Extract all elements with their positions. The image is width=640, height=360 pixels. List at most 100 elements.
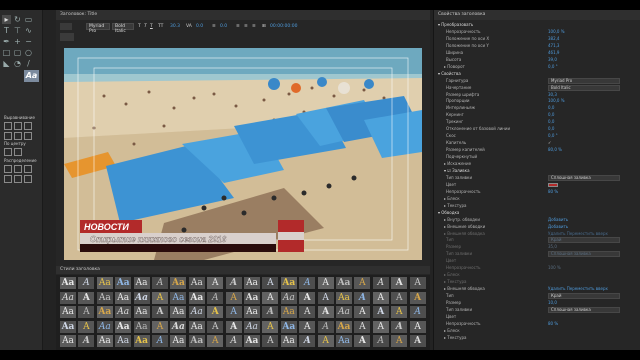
title-style-swatch[interactable]: A [78,320,95,333]
type-tool-icon[interactable]: T [2,26,11,35]
italic-t-icon[interactable]: T [144,23,147,30]
title-style-swatch[interactable]: A [207,335,224,347]
property-link[interactable]: Добавить [548,224,568,230]
property-value[interactable]: Сплошная заливка [548,306,620,313]
title-style-swatch[interactable]: Aa [188,277,205,289]
property-value[interactable]: Сплошная заливка [548,174,620,181]
title-style-swatch[interactable]: Aa [96,306,113,318]
title-style-swatch[interactable]: A [372,291,389,304]
add-anchor-icon[interactable]: + [13,37,22,46]
title-style-swatch[interactable]: A [152,306,168,318]
title-style-swatch[interactable]: A [207,320,224,333]
align-left-icon[interactable] [4,122,12,130]
title-style-swatch[interactable]: Aa [115,277,132,289]
font-size-value[interactable]: 30.3 [170,23,180,30]
property-link[interactable]: Удалить Переместить вверх [548,286,608,292]
title-style-swatch[interactable]: A [317,306,334,318]
news-headline-text[interactable]: НОВОСТИ [84,222,129,232]
title-style-swatch[interactable]: A [152,320,168,333]
title-style-swatch[interactable]: A [409,291,426,304]
title-style-swatch[interactable]: Aa [96,291,113,304]
title-style-swatch[interactable]: Aa [170,291,187,304]
property-value[interactable]: 10,0 [548,300,557,306]
property-value[interactable]: 80,0 % [548,147,562,153]
title-style-swatch[interactable]: A [152,291,168,304]
title-style-swatch[interactable]: Aa [336,291,352,304]
title-style-swatch[interactable]: Aa [96,277,113,289]
font-dropdown[interactable]: Myriad Pro [86,23,110,34]
property-value[interactable]: 0,0 ° [548,64,558,70]
title-style-swatch[interactable]: A [78,291,95,304]
align-center-text-icon[interactable]: ≡ [244,23,248,30]
title-style-swatch[interactable]: Aa [188,335,205,347]
property-value[interactable]: 100 % [548,265,561,271]
title-style-swatch[interactable]: Aa [133,291,150,304]
title-style-swatch[interactable]: A [225,306,242,318]
title-style-swatch[interactable]: Aa [115,320,132,333]
title-canvas[interactable]: НОВОСТИ Открытие пляжного сезона 2016 [64,48,422,260]
property-value[interactable]: 0,0 [548,112,554,118]
title-style-swatch[interactable]: A [317,291,334,304]
title-style-swatch[interactable]: A [317,277,334,289]
selection-tool-icon[interactable]: ▸ [2,15,11,24]
align-top-icon[interactable] [4,132,12,140]
center-vertical-icon[interactable] [14,148,22,156]
title-style-swatch[interactable]: A [354,335,371,347]
distribute-middle-icon[interactable] [14,175,22,183]
title-style-swatch[interactable]: Aa [96,335,113,347]
title-style-swatch[interactable]: Aa [170,306,187,318]
area-type-tool-icon[interactable]: ▭ [24,15,33,24]
distribute-top-icon[interactable] [4,175,12,183]
property-value[interactable]: 0,0 [548,126,554,132]
align-right-icon[interactable] [24,122,32,130]
property-value[interactable]: 30,3 [548,92,557,98]
title-style-swatch[interactable]: Aa [336,306,352,318]
arc-tool-icon[interactable]: ◔ [13,59,22,68]
title-style-swatch[interactable]: Aa [188,306,205,318]
title-style-swatch[interactable]: Aa [280,306,297,318]
title-style-swatch[interactable]: A [207,277,224,289]
title-style-swatch[interactable]: A [225,291,242,304]
title-style-swatch[interactable]: A [207,306,224,318]
line-tool-icon[interactable]: / [24,59,33,68]
title-style-swatch[interactable]: A [299,306,316,318]
property-value[interactable]: 100,0 % [548,98,565,104]
title-style-swatch[interactable]: A [152,277,168,289]
title-style-swatch[interactable]: Aa [60,277,76,289]
property-value[interactable]: 471,3 [548,43,559,49]
title-style-swatch[interactable]: A [354,306,371,318]
title-style-swatch[interactable]: A [391,291,408,304]
title-style-swatch[interactable]: A [317,320,334,333]
property-value[interactable]: Край [548,293,620,300]
title-style-swatch[interactable]: A [78,335,95,347]
title-style-swatch[interactable]: Aa [96,320,113,333]
title-style-swatch[interactable]: A [299,320,316,333]
property-value[interactable]: 0,0 [548,119,554,125]
title-style-swatch[interactable]: A [299,335,316,347]
title-style-swatch[interactable]: Aa [280,277,297,289]
title-style-swatch[interactable]: A [262,291,279,304]
title-style-swatch[interactable]: Aa [133,306,150,318]
title-style-swatch[interactable]: A [225,320,242,333]
wedge-tool-icon[interactable]: ◣ [2,59,11,68]
title-style-swatch[interactable]: Aa [60,320,76,333]
align-center-icon[interactable] [14,122,22,130]
title-style-swatch[interactable]: A [262,277,279,289]
property-value[interactable]: 80 % [548,189,558,195]
title-style-swatch[interactable]: A [372,320,389,333]
title-style-swatch[interactable]: Aa [133,335,150,347]
title-style-swatch[interactable]: A [354,291,371,304]
distribute-left-icon[interactable] [4,165,12,173]
new-title-icon[interactable] [60,23,72,30]
align-right-text-icon[interactable]: ≡ [252,23,256,30]
title-style-swatch[interactable]: A [391,306,408,318]
title-style-swatch[interactable]: Aa [60,335,76,347]
property-value[interactable]: 39,0 [548,57,557,63]
title-style-swatch[interactable]: A [207,291,224,304]
title-style-swatch[interactable]: Aa [133,277,150,289]
align-bottom-icon[interactable] [24,132,32,140]
title-style-swatch[interactable]: A [391,335,408,347]
bold-t-icon[interactable]: T [138,23,141,30]
delete-anchor-icon[interactable]: − [24,37,33,46]
title-style-swatch[interactable]: A [409,320,426,333]
